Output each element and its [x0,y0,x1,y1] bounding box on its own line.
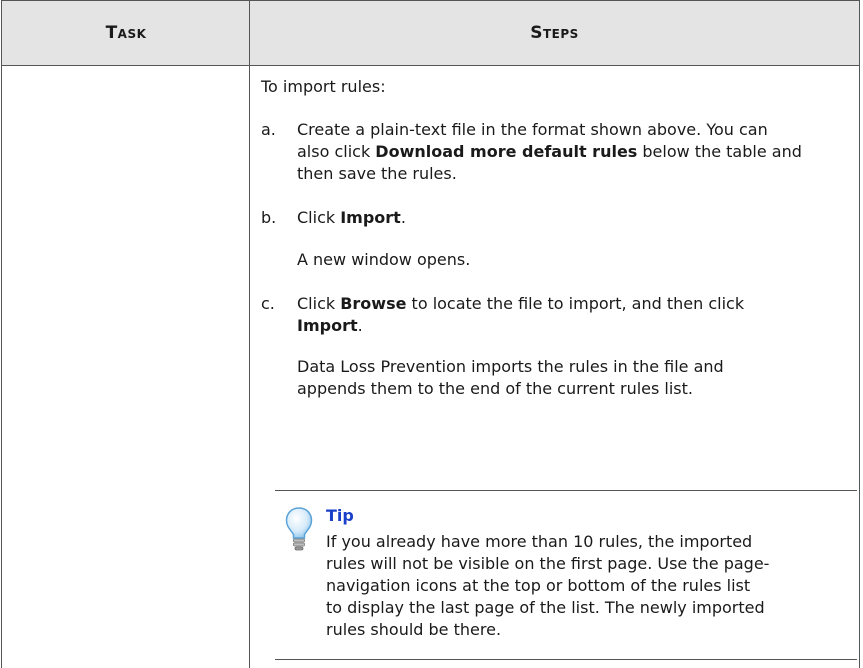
tip-line4: to display the last page of the list. Th… [326,598,765,617]
step-b-letter: b. [261,208,277,227]
step-a-line2-pre: also click [297,142,376,161]
step-c-body: Click Browse to locate the file to impor… [297,293,849,337]
step-a-line2-post: below the table and [637,142,802,161]
header-divider [249,0,250,64]
step-a-letter: a. [261,120,276,139]
step-c-note: Data Loss Prevention imports the rules i… [297,356,849,400]
browse-label: Browse [340,294,407,313]
step-c-line2: Import. [297,315,849,337]
lightbulb-icon [285,507,313,551]
step-b-pre: Click [297,208,341,227]
intro-text: To import rules: [261,77,386,96]
step-c-letter: c. [261,294,275,313]
tip-line1: If you already have more than 10 rules, … [326,532,753,551]
tip-line5: rules should be there. [326,620,502,639]
import-label-2: Import [297,316,358,335]
tip-line2: rules will not be visible on the first p… [326,554,770,573]
step-c-note-line1: Data Loss Prevention imports the rules i… [297,357,724,376]
tip-title: Tip [326,506,354,525]
step-a-body: Create a plain-text file in the format s… [297,119,849,185]
step-a-line2: also click Download more default rules b… [297,141,849,163]
step-c-pre: Click [297,294,341,313]
step-c-note-line2: appends them to the end of the current r… [297,379,693,398]
tip-bottom-rule [275,659,857,660]
tip-body: If you already have more than 10 rules, … [326,531,851,641]
step-c-line1: Click Browse to locate the file to impor… [297,293,849,315]
step-c-post: . [357,316,363,335]
step-b-note: A new window opens. [297,250,471,269]
header-task: Task [105,23,147,43]
tip-top-rule [275,490,857,491]
download-rules-label: Download more default rules [375,142,638,161]
tip-line3: navigation icons at the top or bottom of… [326,576,751,595]
step-b-body: Click Import. [297,207,849,229]
step-b-post: . [400,208,406,227]
header-steps: Steps [530,23,579,43]
import-label: Import [340,208,401,227]
column-divider [249,64,250,668]
step-a-line3: then save the rules. [297,164,457,183]
table-header: Task Steps [2,1,859,66]
step-a-line1: Create a plain-text file in the format s… [297,120,768,139]
step-c-mid: to locate the file to import, and then c… [406,294,745,313]
